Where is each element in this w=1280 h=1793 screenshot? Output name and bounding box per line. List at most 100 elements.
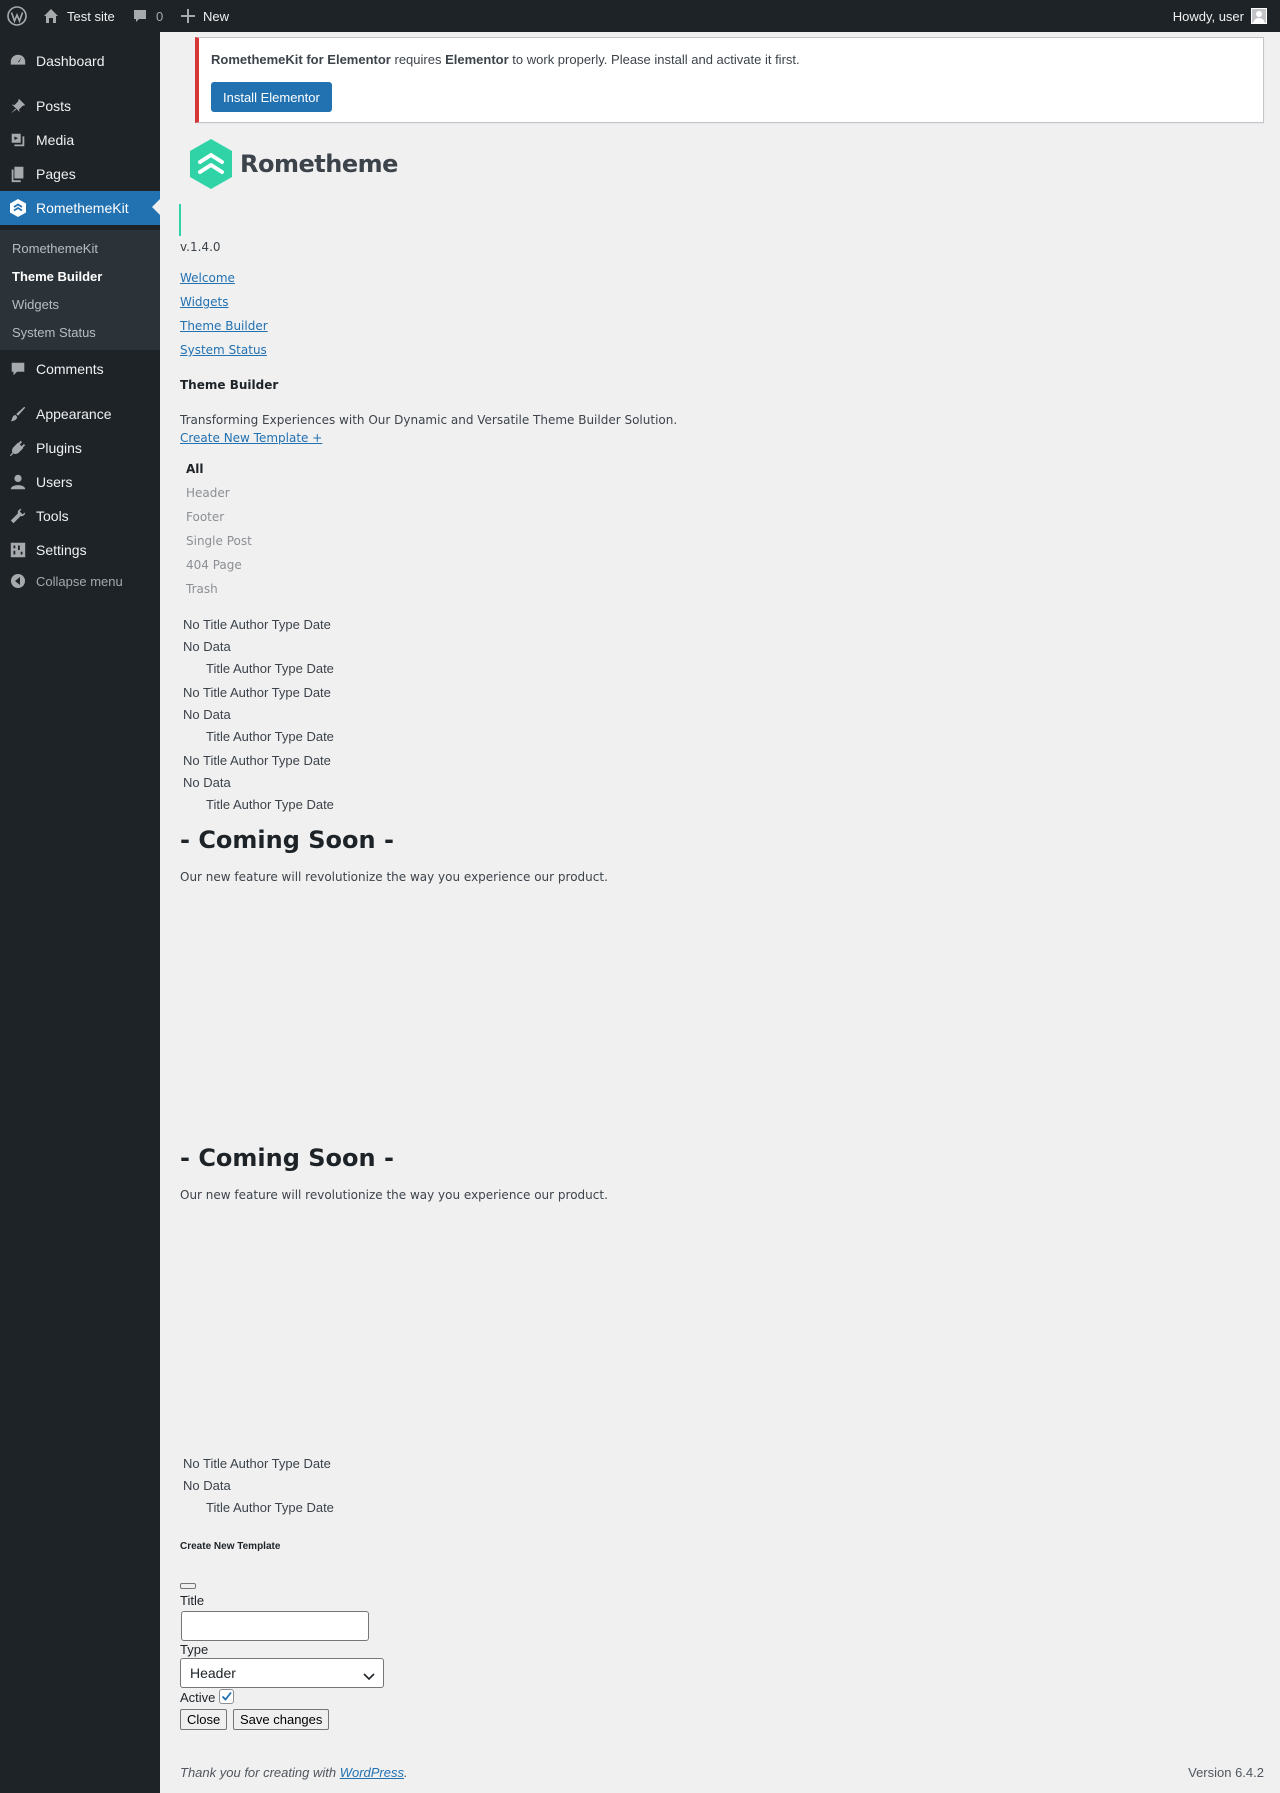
avatar	[1251, 8, 1267, 24]
tab-404-page[interactable]: 404 Page	[186, 558, 242, 572]
main-content: RomethemeKit for Elementor requires Elem…	[160, 32, 1280, 1793]
page-title: Theme Builder	[180, 378, 279, 392]
table-empty-row: No Data	[183, 1478, 231, 1493]
sidebar-item-plugins[interactable]: Plugins	[0, 431, 160, 465]
footer-period: .	[404, 1765, 408, 1780]
type-select[interactable]: Header	[180, 1658, 384, 1688]
table-footer-row: Title Author Type Date	[206, 797, 334, 812]
sidebar-item-tools[interactable]: Tools	[0, 499, 160, 533]
submenu-item-system-status[interactable]: System Status	[12, 325, 96, 340]
settings-icon	[0, 541, 36, 559]
admin-sidebar: Dashboard Posts Media Pages RomethemeKit…	[0, 32, 160, 1793]
comment-icon	[132, 8, 148, 24]
wordpress-logo-icon[interactable]	[7, 0, 27, 32]
admin-bar: Test site 0 New Howdy, user	[0, 0, 1280, 32]
table-footer-row: Title Author Type Date	[206, 729, 334, 744]
title-label: Title	[180, 1593, 205, 1608]
notice-text: RomethemeKit for Elementor requires Elem…	[211, 52, 800, 67]
title-input[interactable]	[181, 1611, 369, 1641]
dashboard-icon	[0, 52, 36, 70]
home-icon	[43, 8, 59, 24]
comments-count: 0	[156, 8, 164, 24]
save-changes-button[interactable]: Save changes	[233, 1709, 330, 1730]
sidebar-item-dashboard[interactable]: Dashboard	[0, 44, 160, 78]
nav-link-widgets[interactable]: Widgets	[180, 295, 229, 309]
brush-icon	[0, 405, 36, 423]
notice-requires: requires	[394, 52, 442, 67]
media-icon	[0, 131, 36, 149]
submenu-item-romethemekit[interactable]: RomethemeKit	[12, 241, 98, 256]
sidebar-item-label: Appearance	[36, 406, 112, 422]
table-header-row: No Title Author Type Date	[183, 1456, 331, 1471]
modal-heading: Create New Template	[180, 1541, 281, 1552]
sidebar-item-appearance[interactable]: Appearance	[0, 397, 160, 431]
collapse-arrow-icon	[0, 573, 36, 589]
tab-header[interactable]: Header	[186, 486, 230, 500]
pin-icon	[0, 97, 36, 115]
tab-single-post[interactable]: Single Post	[186, 534, 252, 548]
rometheme-logo: Rometheme	[188, 138, 398, 190]
sidebar-item-users[interactable]: Users	[0, 465, 160, 499]
sidebar-item-label: Settings	[36, 542, 87, 558]
table-header-row: No Title Author Type Date	[183, 617, 331, 632]
notice-plugin-name: RomethemeKit for Elementor	[211, 52, 391, 67]
sidebar-item-pages[interactable]: Pages	[0, 157, 160, 191]
new-label: New	[203, 8, 230, 24]
active-checkbox[interactable]	[219, 1689, 234, 1704]
romethemekit-icon	[0, 198, 36, 218]
logo-wordmark: Rometheme	[240, 150, 398, 178]
collapse-menu-button[interactable]: Collapse menu	[0, 564, 123, 598]
pages-icon	[0, 165, 36, 183]
submenu-item-widgets[interactable]: Widgets	[12, 297, 59, 312]
footer-thanks-text: Thank you for creating with	[180, 1765, 337, 1780]
sidebar-item-label: Pages	[36, 166, 76, 182]
active-label: Active	[180, 1690, 216, 1705]
tab-all[interactable]: All	[186, 462, 204, 476]
elementor-required-notice: RomethemeKit for Elementor requires Elem…	[195, 37, 1264, 123]
footer-wordpress-link[interactable]: WordPress	[340, 1765, 404, 1780]
type-label: Type	[180, 1642, 209, 1657]
nav-link-theme-builder[interactable]: Theme Builder	[180, 319, 268, 333]
sidebar-item-label: Media	[36, 132, 75, 148]
new-content-link[interactable]: New	[181, 0, 229, 32]
sidebar-item-label: Plugins	[36, 440, 82, 456]
footer-version: Version 6.4.2	[1188, 1765, 1264, 1780]
create-new-template-link[interactable]: Create New Template +	[180, 431, 322, 445]
page-description: Transforming Experiences with Our Dynami…	[180, 413, 678, 427]
sidebar-item-media[interactable]: Media	[0, 123, 160, 157]
table-empty-row: No Data	[183, 639, 231, 654]
howdy-text: Howdy, user	[1172, 8, 1244, 24]
sidebar-item-posts[interactable]: Posts	[0, 89, 160, 123]
version-label: v.1.4.0	[180, 240, 221, 254]
sidebar-item-romethemekit[interactable]: RomethemeKit	[0, 191, 160, 225]
sidebar-item-label: Tools	[36, 508, 69, 524]
user-icon	[0, 473, 36, 491]
tab-trash[interactable]: Trash	[186, 582, 218, 596]
submenu-item-theme-builder[interactable]: Theme Builder	[12, 269, 102, 284]
rometheme-logo-icon	[190, 139, 232, 189]
sidebar-item-settings[interactable]: Settings	[0, 533, 160, 567]
my-account-link[interactable]: Howdy, user	[1173, 0, 1267, 32]
collapse-menu-label: Collapse menu	[36, 573, 123, 589]
sidebar-item-label: Comments	[36, 361, 104, 377]
notice-dependency: Elementor	[445, 52, 509, 67]
table-empty-row: No Data	[183, 775, 231, 790]
nav-link-system-status[interactable]: System Status	[180, 343, 267, 357]
site-name-link[interactable]: Test site	[43, 0, 115, 32]
comments-link[interactable]: 0	[132, 0, 163, 32]
coming-soon-text: Our new feature will revolutionize the w…	[180, 1188, 608, 1202]
tab-footer[interactable]: Footer	[186, 510, 224, 524]
coming-soon-title: - Coming Soon -	[180, 1144, 394, 1172]
nav-link-welcome[interactable]: Welcome	[180, 271, 235, 285]
table-footer-row: Title Author Type Date	[206, 1500, 334, 1515]
plug-icon	[0, 439, 36, 457]
footer-thanks: Thank you for creating with WordPress.	[180, 1765, 408, 1780]
sidebar-item-comments[interactable]: Comments	[0, 352, 160, 386]
checkmark-icon	[221, 1691, 232, 1701]
table-header-row: No Title Author Type Date	[183, 753, 331, 768]
table-header-row: No Title Author Type Date	[183, 685, 331, 700]
table-empty-row: No Data	[183, 707, 231, 722]
close-button[interactable]: Close	[180, 1709, 228, 1730]
modal-close-x-button[interactable]	[180, 1583, 196, 1589]
install-elementor-button[interactable]: Install Elementor	[211, 82, 332, 112]
